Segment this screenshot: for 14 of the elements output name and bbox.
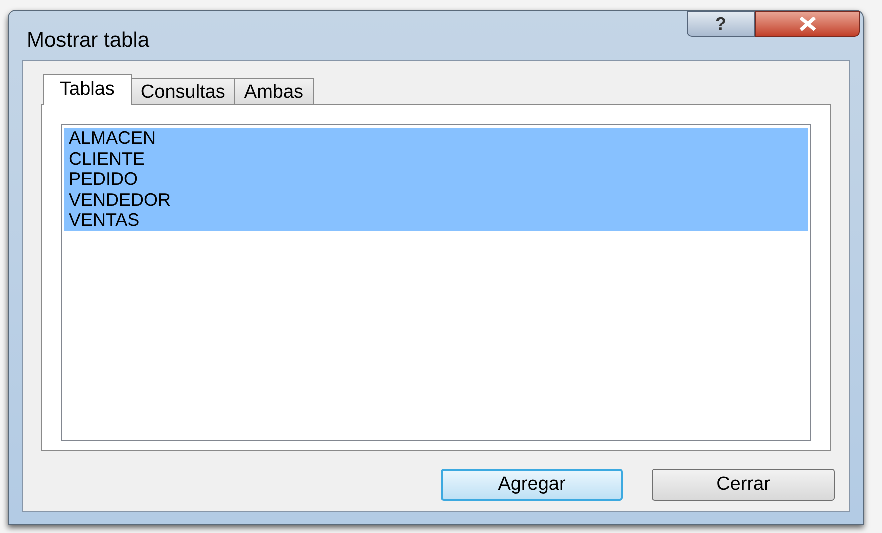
list-item[interactable]: ALMACEN [64, 128, 808, 148]
dialog-button[interactable]: Cerrar [652, 469, 835, 501]
list-item[interactable]: VENDEDOR [64, 190, 808, 210]
tab[interactable]: Tablas [43, 74, 132, 105]
close-button[interactable] [755, 11, 860, 37]
list-item[interactable]: PEDIDO [64, 169, 808, 190]
list-item[interactable]: CLIENTE [64, 148, 808, 169]
tab[interactable]: Consultas [130, 78, 236, 104]
window-title: Mostrar tabla [27, 28, 150, 54]
dialog-button[interactable]: Agregar [441, 469, 623, 501]
close-icon [798, 17, 818, 31]
help-button[interactable]: ? [687, 11, 755, 37]
list-item[interactable]: VENTAS [64, 210, 808, 230]
tab[interactable]: Ambas [234, 78, 314, 104]
